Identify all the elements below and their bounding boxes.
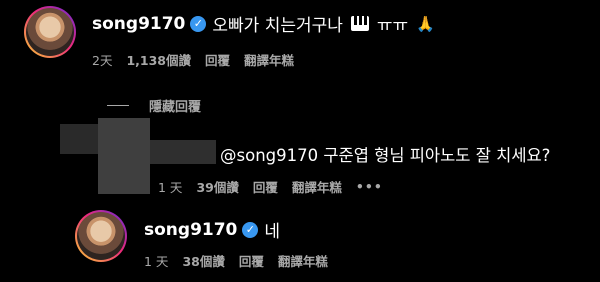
verified-badge-icon: ✓: [242, 221, 259, 238]
avatar[interactable]: [75, 210, 127, 262]
avatar-photo: [26, 8, 74, 56]
username[interactable]: song9170: [144, 220, 237, 240]
verified-badge-icon: ✓: [190, 15, 207, 32]
avatar[interactable]: [24, 6, 76, 58]
timestamp: 1 天: [158, 180, 183, 195]
comment-emoji-text: ㅠㅠ: [376, 16, 409, 36]
hide-replies-label: 隱藏回覆: [149, 100, 202, 115]
comment-text: @song9170 구준엽 형님 피아노도 잘 치세요?: [220, 146, 551, 165]
translate-button[interactable]: 翻譯年糕: [244, 50, 294, 69]
avatar-photo: [77, 212, 125, 260]
reply-button[interactable]: 回覆: [205, 50, 230, 69]
translate-button[interactable]: 翻譯年糕: [278, 251, 328, 270]
folded-hands-icon: 🙏: [416, 14, 435, 33]
more-options-icon[interactable]: •••: [356, 179, 383, 194]
comment-text: 네: [264, 222, 281, 242]
divider: [107, 105, 129, 106]
comment-row: @song9170 구준엽 형님 피아노도 잘 치세요?: [220, 142, 550, 166]
timestamp: 1 天: [144, 254, 169, 269]
piano-icon: [350, 16, 369, 31]
redacted-name: [150, 140, 216, 164]
redacted-username: [98, 118, 150, 194]
hide-replies-button[interactable]: 隱藏回覆: [107, 96, 201, 115]
comment-meta: 2天 1,138個讚 回覆 翻譯年糕: [92, 50, 308, 69]
like-count[interactable]: 38個讚: [182, 251, 224, 270]
like-count[interactable]: 1,138個讚: [126, 50, 191, 69]
reply-button[interactable]: 回覆: [239, 251, 264, 270]
comment-row: song9170 ✓ 오빠가 치는거구나 ㅠㅠ 🙏: [92, 11, 435, 37]
like-count[interactable]: 39個讚: [196, 177, 238, 196]
comment-meta: 1 天 38個讚 回覆 翻譯年糕: [144, 251, 342, 270]
timestamp: 2天: [92, 53, 113, 68]
comment-row: song9170 ✓ 네: [144, 217, 281, 243]
comment-text: 오빠가 치는거구나: [212, 16, 343, 36]
comment-meta: 1 天 39個讚 回覆 翻譯年糕 •••: [158, 177, 397, 196]
translate-button[interactable]: 翻譯年糕: [292, 177, 342, 196]
username[interactable]: song9170: [92, 14, 185, 34]
reply-button[interactable]: 回覆: [253, 177, 278, 196]
